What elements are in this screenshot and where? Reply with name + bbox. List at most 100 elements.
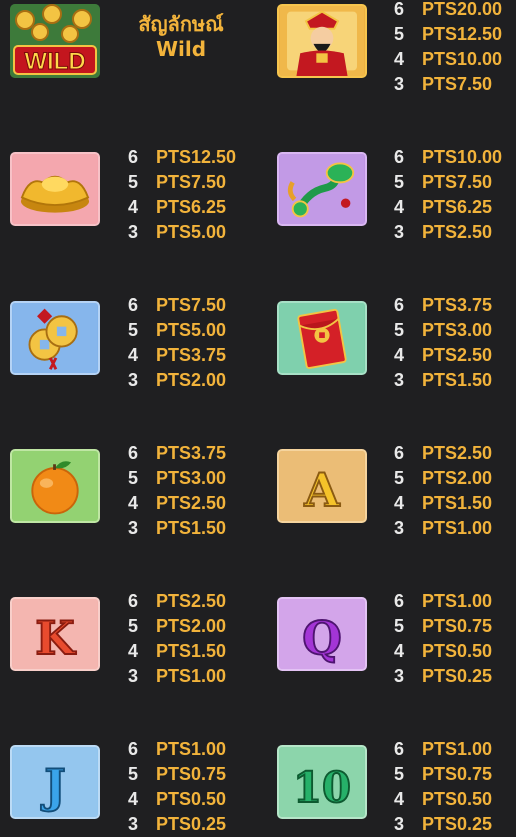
match-count: 5 [128,320,139,340]
payout-amount: PTS1.00 [156,739,227,759]
red-envelope-symbol-icon [277,301,367,375]
match-count: 5 [128,172,139,192]
payout-amount: PTS0.50 [422,641,493,661]
match-count: 6 [394,0,405,19]
letter-k-glyph: K [35,611,76,665]
match-count: 3 [128,666,139,686]
match-count: 3 [128,518,139,538]
match-count: 3 [394,222,405,242]
paylist-letter-q: 6 PTS1.00 5 PTS0.75 4 PTS0.50 3 PTS0.25 [394,589,516,689]
payout-amount: PTS1.50 [422,493,493,513]
number-10-glyph: 10 [293,763,351,812]
payout-row: 5 PTS2.00 [394,466,516,491]
payout-amount: PTS0.25 [422,814,493,834]
match-count: 5 [394,764,405,784]
payout-amount: PTS1.00 [422,591,493,611]
payout-row: 5 PTS0.75 [394,614,516,639]
payout-amount: PTS5.00 [156,320,227,340]
payout-row: 6 PTS1.00 [128,737,258,762]
payout-amount: PTS20.00 [422,0,503,19]
wild-label-thai: สัญลักษณ์ [138,12,224,36]
payout-amount: PTS1.00 [422,739,493,759]
payout-amount: PTS7.50 [422,74,493,94]
match-count: 4 [394,197,405,217]
paylist-orange: 6 PTS3.75 5 PTS3.00 4 PTS2.50 3 PTS1.50 [128,441,258,541]
payout-row: 6 PTS10.00 [394,145,516,170]
wild-label-english: Wild [155,37,207,61]
match-count: 6 [394,739,405,759]
letter-j-symbol-icon: J [10,745,100,819]
orange-symbol-icon [10,449,100,523]
payout-row: 3 PTS0.25 [128,812,258,837]
payout-row: 6 PTS3.75 [128,441,258,466]
match-count: 5 [394,172,405,192]
payout-amount: PTS2.50 [422,222,493,242]
match-count: 4 [128,789,139,809]
payout-row: 4 PTS0.50 [394,639,516,664]
payout-row: 3 PTS1.50 [128,516,258,541]
payout-amount: PTS10.00 [422,147,503,167]
paylist-number-10: 6 PTS1.00 5 PTS0.75 4 PTS0.50 3 PTS0.25 [394,737,516,837]
match-count: 5 [394,616,405,636]
payout-amount: PTS0.75 [156,764,227,784]
match-count: 4 [128,641,139,661]
payout-row: 3 PTS1.50 [394,368,516,393]
payout-row: 5 PTS2.00 [128,614,258,639]
payout-row: 6 PTS12.50 [128,145,258,170]
match-count: 3 [394,814,405,834]
payout-amount: PTS3.00 [422,320,493,340]
payout-row: 5 PTS7.50 [128,170,258,195]
match-count: 3 [128,370,139,390]
letter-a-glyph: A [303,463,340,517]
payout-row: 5 PTS0.75 [394,762,516,787]
payout-amount: PTS1.50 [156,518,227,538]
payout-amount: PTS7.50 [422,172,493,192]
payout-row: 3 PTS0.25 [394,664,516,689]
payout-amount: PTS3.75 [156,345,227,365]
payout-amount: PTS3.75 [156,443,227,463]
payout-row: 4 PTS0.50 [394,787,516,812]
payout-row: 3 PTS2.50 [394,220,516,245]
match-count: 4 [394,789,405,809]
gold-ingot-symbol-icon [10,152,100,226]
match-count: 6 [394,591,405,611]
match-count: 6 [128,739,139,759]
payout-row: 4 PTS3.75 [128,343,258,368]
payout-row: 6 PTS1.00 [394,589,516,614]
match-count: 3 [394,370,405,390]
match-count: 6 [128,295,139,315]
payout-amount: PTS10.00 [422,49,503,69]
payout-row: 3 PTS7.50 [394,72,516,97]
payout-amount: PTS1.00 [422,518,493,538]
payout-row: 3 PTS5.00 [128,220,258,245]
payout-amount: PTS0.50 [422,789,493,809]
payout-amount: PTS6.25 [156,197,227,217]
match-count: 6 [394,295,405,315]
wild-symbol-icon: WILD [10,4,100,78]
match-count: 4 [128,493,139,513]
payout-amount: PTS2.50 [156,493,227,513]
payout-amount: PTS12.50 [422,24,503,44]
payout-row: 6 PTS2.50 [394,441,516,466]
payout-row: 3 PTS1.00 [394,516,516,541]
payout-amount: PTS1.50 [422,370,493,390]
payout-row: 5 PTS3.00 [394,318,516,343]
payout-row: 4 PTS2.50 [394,343,516,368]
payout-row: 4 PTS0.50 [128,787,258,812]
match-count: 4 [394,493,405,513]
letter-q-glyph: Q [302,611,342,665]
payout-amount: PTS5.00 [156,222,227,242]
payout-row: 5 PTS0.75 [128,762,258,787]
match-count: 5 [128,468,139,488]
payout-amount: PTS1.50 [156,641,227,661]
jade-ruyi-symbol-icon [277,152,367,226]
number-10-symbol-icon: 10 [277,745,367,819]
payout-row: 6 PTS1.00 [394,737,516,762]
match-count: 3 [394,74,405,94]
payout-row: 4 PTS2.50 [128,491,258,516]
payout-amount: PTS0.25 [156,814,227,834]
paylist-gold-ingot: 6 PTS12.50 5 PTS7.50 4 PTS6.25 3 PTS5.00 [128,145,258,245]
match-count: 3 [128,814,139,834]
match-count: 4 [394,49,405,69]
match-count: 6 [128,591,139,611]
